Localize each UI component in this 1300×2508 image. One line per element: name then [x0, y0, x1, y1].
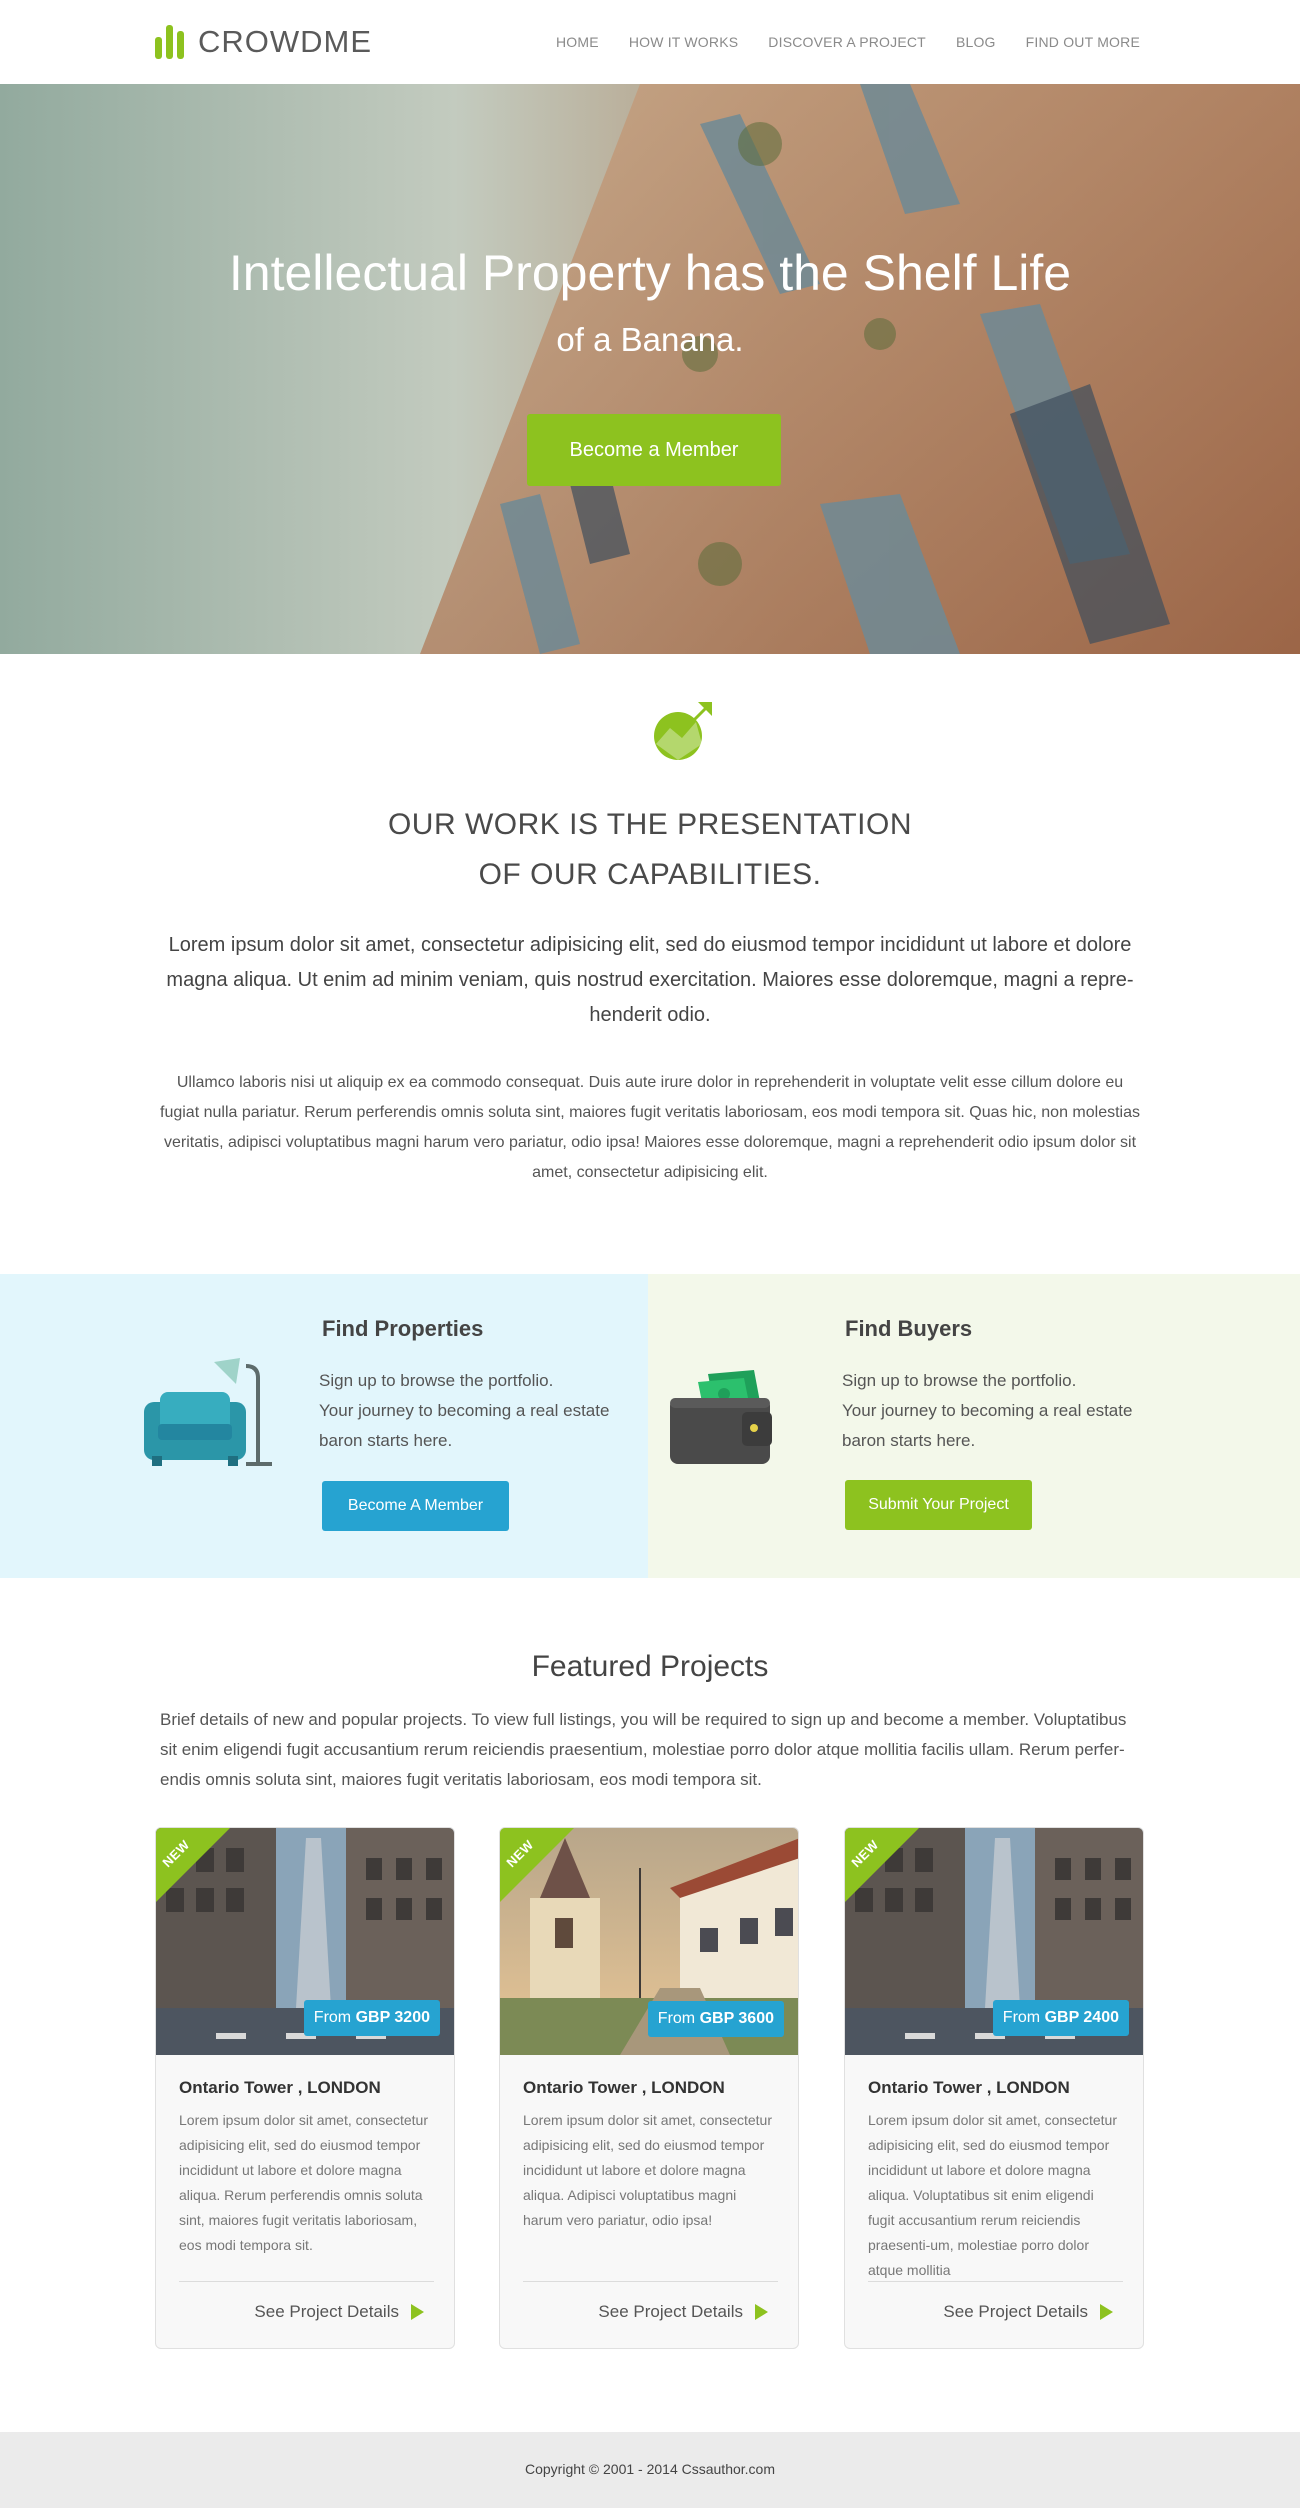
logo-bars-icon [155, 25, 188, 59]
details-label: See Project Details [254, 2302, 399, 2321]
nav-how-it-works[interactable]: HOW IT WORKS [629, 34, 738, 50]
price-tag: From GBP 3600 [647, 2001, 784, 2037]
become-member-button[interactable]: Become a Member [527, 414, 781, 486]
project-description: Lorem ipsum dolor sit amet, consectetur … [523, 2112, 772, 2228]
find-buyers-line-1: Sign up to browse the portfolio. [842, 1371, 1077, 1390]
featured-projects-description: Brief details of new and popular project… [160, 1710, 1127, 1789]
site-header: CROWDME HOME HOW IT WORKS DISCOVER A PRO… [0, 0, 1300, 84]
project-card[interactable]: NEW From GBP 3600 Ontario Tower , LONDON… [499, 1827, 799, 2349]
about-body-text: Ullamco laboris nisi ut aliquip ex ea co… [160, 1074, 1140, 1181]
price-value: GBP 3600 [699, 2010, 774, 2027]
growth-chart-icon [652, 700, 714, 762]
copyright-text: Copyright © 2001 - 2014 Cssauthor.com [524, 2461, 775, 2477]
price-prefix: From [657, 2010, 700, 2027]
find-buyers-title: Find Buyers [845, 1316, 973, 1341]
project-title: Ontario Tower , LONDON [179, 2078, 381, 2097]
find-buyers-panel: Find Buyers Sign up to browse the portfo… [648, 1274, 1300, 1578]
details-label: See Project Details [943, 2302, 1088, 2321]
see-project-details-link[interactable]: See Project Details [598, 2302, 768, 2322]
price-prefix: From [1002, 2009, 1045, 2026]
about-title-line-1: OUR WORK IS THE PRESENTATION [387, 808, 913, 841]
price-prefix: From [313, 2009, 356, 2026]
find-properties-line-2: Your journey to becoming a real estate b… [319, 1401, 610, 1450]
details-label: See Project Details [598, 2302, 743, 2321]
submit-project-button[interactable]: Submit Your Project [845, 1480, 1032, 1530]
nav-discover-project[interactable]: DISCOVER A PROJECT [768, 34, 926, 50]
see-project-details-link[interactable]: See Project Details [254, 2302, 424, 2322]
about-lead-text: Lorem ipsum dolor sit amet, consectetur … [166, 934, 1134, 1026]
project-title: Ontario Tower , LONDON [868, 2078, 1070, 2097]
logo[interactable]: CROWDME [155, 22, 372, 62]
featured-projects-title: Featured Projects [531, 1650, 769, 1683]
nav-find-out-more[interactable]: FIND OUT MORE [1026, 34, 1140, 50]
hero-banner: Intellectual Property has the Shelf Life… [0, 84, 1300, 654]
find-properties-panel: Find Properties Sign up to browse the po… [0, 1274, 648, 1578]
logo-text: CROWDME [198, 24, 373, 59]
become-a-member-button[interactable]: Become A Member [322, 1481, 509, 1531]
hero-background-image [0, 84, 1300, 654]
project-card[interactable]: NEW From GBP 2400 Ontario Tower , LONDON… [844, 1827, 1144, 2349]
armchair-lamp-icon [140, 1358, 280, 1468]
nav-blog[interactable]: BLOG [956, 34, 996, 50]
project-description: Lorem ipsum dolor sit amet, consectetur … [868, 2112, 1117, 2278]
find-buyers-line-2: Your journey to becoming a real estate b… [842, 1401, 1133, 1450]
project-title: Ontario Tower , LONDON [523, 2078, 725, 2097]
price-value: GBP 2400 [1044, 2009, 1119, 2026]
price-value: GBP 3200 [355, 2009, 430, 2026]
price-tag: From GBP 3200 [303, 2000, 440, 2036]
site-footer: Copyright © 2001 - 2014 Cssauthor.com [0, 2432, 1300, 2508]
project-card[interactable]: NEW From GBP 3200 Ontario Tower , LONDON… [155, 1827, 455, 2349]
find-properties-title: Find Properties [322, 1316, 484, 1341]
play-arrow-icon [1100, 2304, 1113, 2320]
wallet-icon [668, 1368, 778, 1468]
about-title: OUR WORK IS THE PRESENTATION OF OUR CAPA… [0, 800, 1300, 900]
play-arrow-icon [411, 2304, 424, 2320]
main-nav: HOME HOW IT WORKS DISCOVER A PROJECT BLO… [526, 34, 1140, 50]
find-properties-line-1: Sign up to browse the portfolio. [319, 1371, 554, 1390]
nav-home[interactable]: HOME [556, 34, 599, 50]
card-divider [523, 2281, 778, 2282]
hero-title: Intellectual Property has the Shelf Life [228, 245, 1072, 301]
about-title-line-2: OF OUR CAPABILITIES. [478, 858, 822, 891]
see-project-details-link[interactable]: See Project Details [943, 2302, 1113, 2322]
card-divider [868, 2281, 1123, 2282]
play-arrow-icon [755, 2304, 768, 2320]
card-divider [179, 2281, 434, 2282]
project-description: Lorem ipsum dolor sit amet, consectetur … [179, 2112, 428, 2253]
price-tag: From GBP 2400 [992, 2000, 1129, 2036]
hero-subtitle: of a Banana. [556, 321, 744, 358]
